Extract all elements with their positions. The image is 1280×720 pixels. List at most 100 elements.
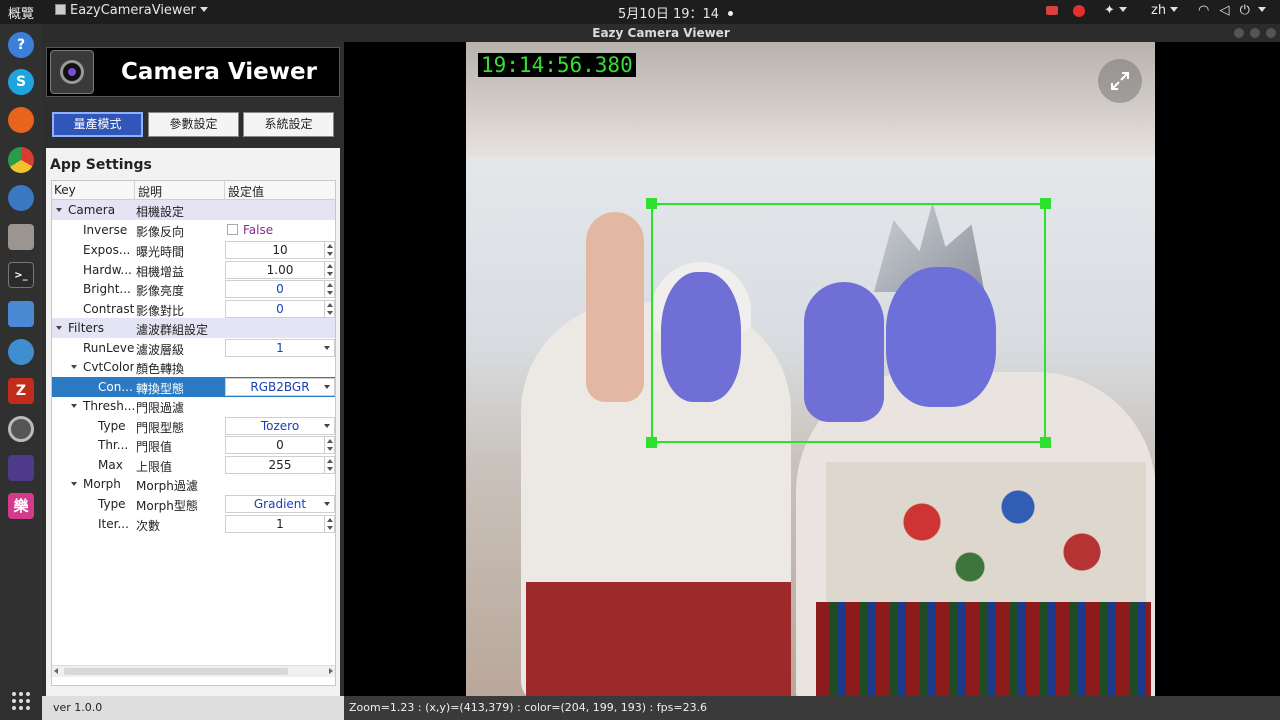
chevron-down-icon (1258, 7, 1267, 12)
left-panel: Camera Viewer 量產模式 參數設定 系統設定 App Setting… (42, 42, 344, 696)
settings-row[interactable]: RunLevel 濾波層級 1 (52, 338, 335, 358)
settings-row[interactable]: Iter... 次數 1 (52, 514, 335, 534)
chevron-down-icon (1170, 7, 1179, 12)
setting-checkbox[interactable] (227, 224, 238, 235)
settings-row[interactable]: Thr... 門限值 0 (52, 435, 335, 455)
settings-row[interactable]: Filters 濾波群組設定 (52, 318, 335, 338)
settings-row[interactable]: Type 門限型態 Tozero (52, 416, 335, 436)
setting-key: Camera (68, 203, 116, 217)
skype-icon[interactable]: S (8, 69, 34, 95)
roi-handle-top-left[interactable] (646, 198, 657, 209)
roi-handle-top-right[interactable] (1040, 198, 1051, 209)
files-icon[interactable] (8, 224, 34, 250)
settings-row[interactable]: Contrast 影像對比 0 (52, 299, 335, 319)
system-settings-button[interactable]: 系統設定 (243, 112, 334, 137)
minimize-button[interactable] (1234, 28, 1244, 38)
scroll-right-icon[interactable] (329, 668, 333, 674)
horizontal-scrollbar[interactable] (52, 665, 335, 677)
chevron-down-icon (199, 7, 208, 12)
maximize-button[interactable] (1250, 28, 1260, 38)
settings-row[interactable]: CvtColor 顏色轉換 (52, 357, 335, 377)
chevron-down-icon[interactable] (324, 423, 330, 428)
chevron-down-icon[interactable] (324, 384, 330, 389)
clock[interactable]: 5月10日 19：14 (618, 3, 734, 22)
firefox-icon[interactable] (8, 107, 34, 133)
expand-arrow-icon[interactable] (71, 482, 77, 486)
roi-handle-bottom-right[interactable] (1040, 437, 1051, 448)
close-button[interactable] (1266, 28, 1276, 38)
fullscreen-button[interactable] (1098, 59, 1142, 103)
spin-arrows-icon[interactable] (324, 437, 334, 454)
settings-tree[interactable]: Key 說明 設定值 Camera 相機設定 Inverse 影像反向 False Exp… (51, 180, 336, 686)
spin-arrows-icon[interactable] (324, 261, 334, 278)
accessibility-menu[interactable]: ✦ (1104, 3, 1127, 18)
spin-arrows-icon[interactable] (324, 301, 334, 318)
app-menu[interactable]: EazyCameraViewer (55, 3, 208, 18)
expand-arrow-icon[interactable] (56, 208, 62, 212)
filezilla-icon[interactable]: Z (8, 378, 34, 404)
settings-row[interactable]: Inverse 影像反向 False (52, 220, 335, 240)
app-header: Camera Viewer (46, 47, 340, 97)
language-menu[interactable]: zh (1151, 3, 1179, 18)
setting-spinbox[interactable]: 1 (225, 514, 335, 533)
roi-handle-bottom-left[interactable] (646, 437, 657, 448)
setting-value: 10 (272, 242, 288, 257)
help-icon[interactable]: ? (8, 32, 34, 58)
setting-spinbox[interactable]: 0 (225, 436, 335, 455)
expand-arrow-icon[interactable] (71, 403, 77, 408)
chevron-down-icon[interactable] (324, 502, 330, 506)
production-mode-button[interactable]: 量產模式 (52, 112, 143, 137)
music-app-icon[interactable]: 樂 (8, 493, 34, 519)
setting-description: 濾波層級 (136, 343, 185, 357)
camera-frame[interactable]: 19:14:56.380 (466, 42, 1155, 696)
column-header-description[interactable]: 說明 (138, 183, 162, 200)
settings-row[interactable]: Thresh... 門限過濾 (52, 396, 335, 416)
roi-rectangle[interactable] (646, 198, 1051, 448)
setting-spinbox[interactable]: 0 (225, 300, 335, 319)
network-icon[interactable] (8, 339, 34, 365)
disc-icon[interactable] (8, 416, 34, 442)
setting-spinbox[interactable]: 1.00 (225, 260, 335, 279)
setting-dropdown[interactable]: Tozero (225, 416, 335, 435)
settings-row[interactable]: Expos... 曝光時間 10 (52, 240, 335, 260)
camera-indicator-icon[interactable] (1046, 6, 1058, 15)
setting-dropdown[interactable]: Gradient (225, 495, 335, 513)
expand-arrow-icon[interactable] (56, 326, 62, 330)
settings-row[interactable]: Camera 相機設定 (52, 200, 335, 220)
scrollbar-thumb[interactable] (64, 668, 288, 675)
setting-dropdown[interactable]: RGB2BGR (225, 377, 335, 396)
status-bar: ver 1.0.0 Zoom=1.23 : (x,y)=(413,379) : … (42, 696, 1280, 720)
setting-spinbox[interactable]: 10 (225, 240, 335, 259)
spin-arrows-icon[interactable] (324, 457, 334, 474)
settings-row[interactable]: Bright... 影像亮度 0 (52, 279, 335, 299)
camera-viewer[interactable]: 19:14:56.380 (344, 42, 1280, 696)
setting-dropdown[interactable]: 1 (225, 339, 335, 357)
expand-arrow-icon[interactable] (71, 364, 77, 369)
chevron-down-icon[interactable] (324, 346, 330, 350)
terminal-icon[interactable]: >_ (8, 262, 34, 288)
settings-row[interactable]: Type Morph型態 Gradient (52, 494, 335, 514)
show-apps-icon[interactable] (12, 692, 30, 710)
spin-arrows-icon[interactable] (324, 515, 334, 532)
video-editor-icon[interactable] (8, 455, 34, 481)
chrome-icon[interactable] (8, 147, 34, 173)
wifi-icon: ◠ (1198, 3, 1210, 18)
column-header-key[interactable]: Key (54, 183, 76, 197)
activities-button[interactable]: 概覽 (8, 3, 34, 22)
text-editor-icon[interactable] (8, 301, 34, 327)
scroll-left-icon[interactable] (54, 668, 58, 674)
setting-spinbox[interactable]: 255 (225, 456, 335, 475)
spin-arrows-icon[interactable] (324, 281, 334, 298)
settings-row[interactable]: Morph Morph過濾 (52, 474, 335, 494)
settings-row[interactable]: Max 上限值 255 (52, 455, 335, 475)
settings-row[interactable]: Con... 轉換型態 RGB2BGR (52, 376, 335, 397)
do-not-disturb-icon[interactable] (1073, 5, 1085, 17)
spin-arrows-icon[interactable] (324, 241, 334, 258)
thunderbird-icon[interactable] (8, 185, 34, 211)
column-header-value[interactable]: 設定值 (228, 183, 264, 200)
settings-row[interactable]: Hardw... 相機增益 1.00 (52, 260, 335, 280)
setting-spinbox[interactable]: 0 (225, 280, 335, 299)
system-menu[interactable]: ◠ ◁ ⏻ (1198, 3, 1267, 18)
parameter-settings-button[interactable]: 參數設定 (148, 112, 239, 137)
volume-icon: ◁ (1219, 3, 1230, 18)
